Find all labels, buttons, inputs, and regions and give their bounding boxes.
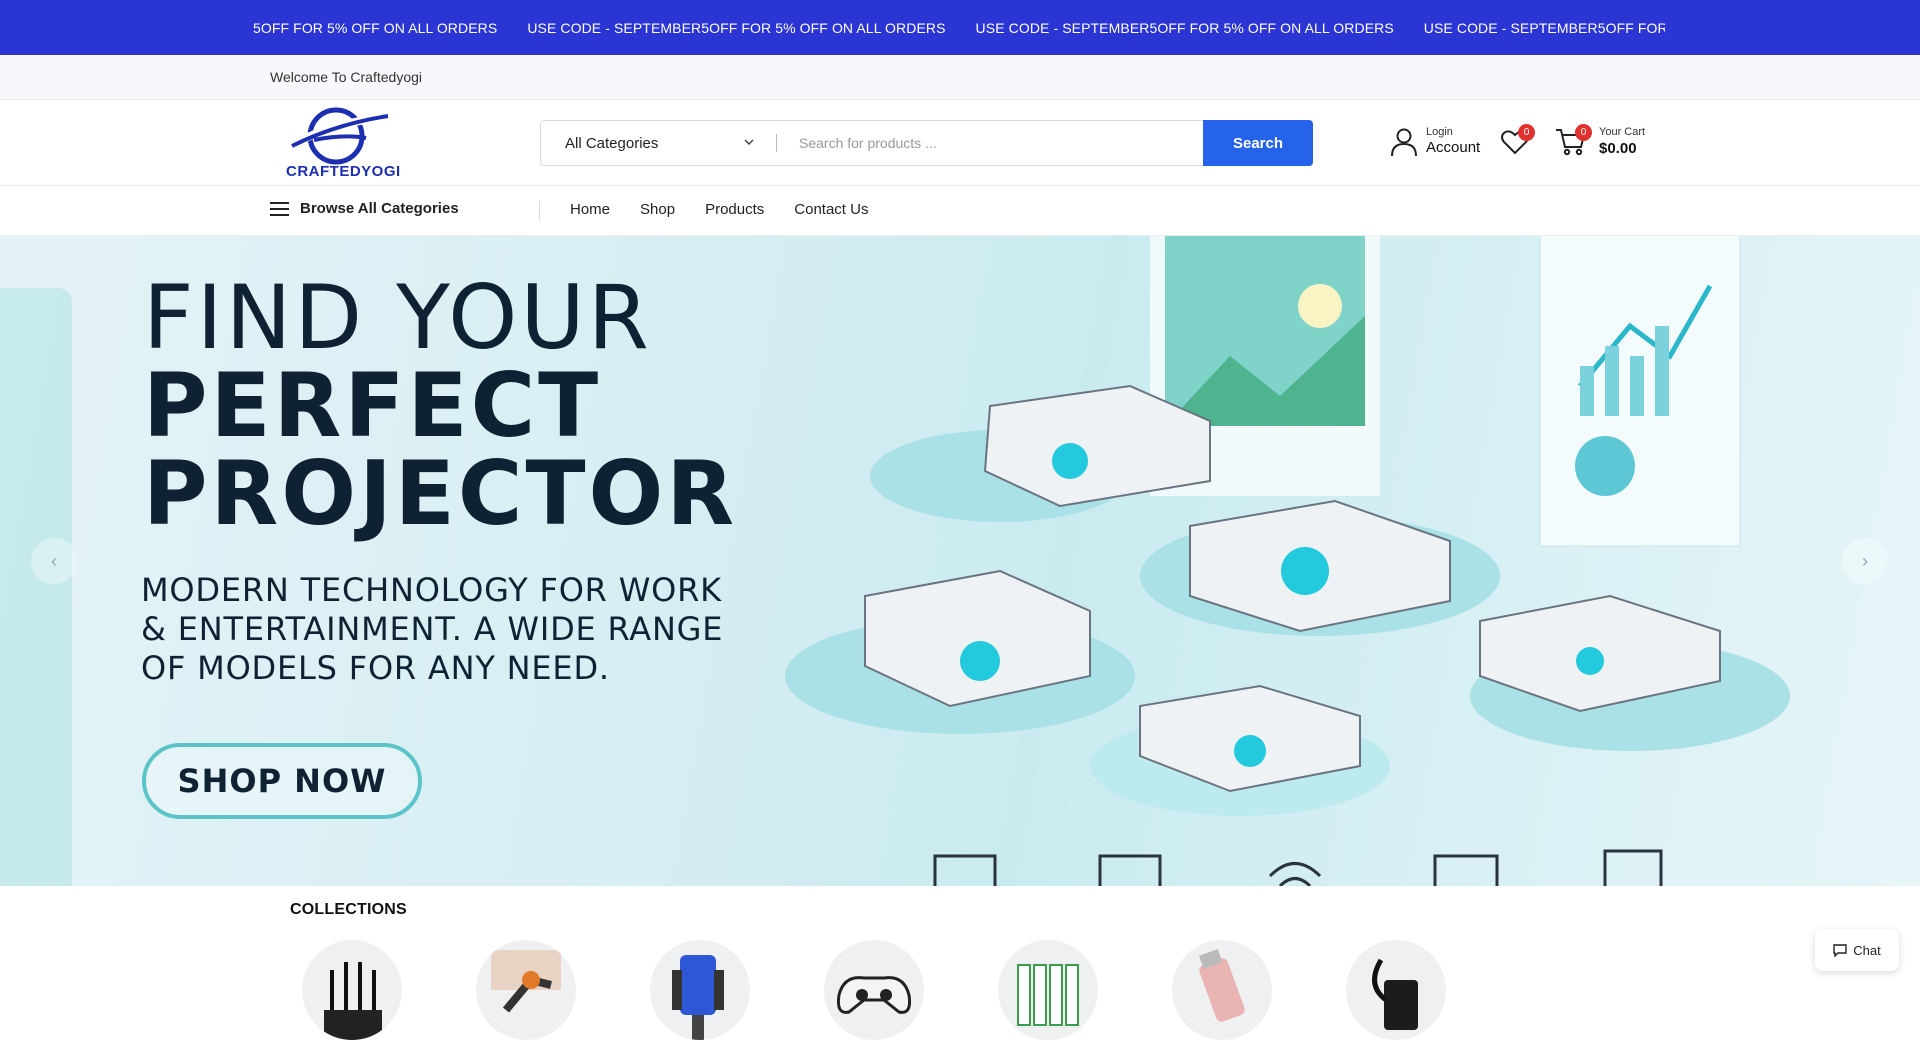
chat-button[interactable]: Chat	[1815, 929, 1899, 971]
cart-count-badge: 0	[1575, 124, 1592, 141]
chat-label: Chat	[1853, 942, 1881, 958]
user-icon	[1391, 128, 1417, 156]
collection-item-batteries[interactable]	[998, 940, 1098, 1040]
chat-bubble-icon	[1833, 944, 1847, 957]
nav-links: Home Shop Products Contact Us	[570, 201, 898, 218]
account-link[interactable]: Login Account	[1390, 126, 1480, 157]
nav-divider	[539, 201, 540, 221]
cart-icon-wrap: 0	[1555, 124, 1592, 158]
search-input[interactable]	[777, 121, 1203, 165]
search-bar: All Categories Search	[540, 120, 1313, 166]
announcement-track: 5OFF FOR 5% OFF ON ALL ORDERS USE CODE -…	[253, 0, 1665, 55]
browse-categories-button[interactable]: Browse All Categories	[270, 200, 459, 217]
collection-item-charger[interactable]	[1346, 940, 1446, 1040]
router-icon	[324, 962, 382, 1040]
main-nav: Browse All Categories Home Shop Products…	[0, 186, 1920, 236]
wishlist-button[interactable]: 0	[1500, 124, 1535, 158]
usb-drive-icon	[1198, 948, 1245, 1022]
account-login-label: Login	[1426, 126, 1453, 138]
collections-row	[302, 940, 1520, 1040]
slider-next-button[interactable]: ›	[1842, 538, 1888, 584]
site-header: CRAFTEDYOGI All Categories Search Login …	[0, 100, 1920, 186]
battery-icon	[1017, 964, 1079, 1026]
collection-item-monitor-arm[interactable]	[476, 940, 576, 1040]
cart-label: Your Cart	[1599, 126, 1646, 139]
nav-link-contact[interactable]: Contact Us	[794, 201, 868, 218]
hero-heading-line2: PERFECT	[143, 354, 602, 457]
nav-link-shop[interactable]: Shop	[640, 201, 675, 218]
collection-item-usb-drive[interactable]	[1172, 940, 1272, 1040]
category-select-value: All Categories	[565, 134, 659, 152]
hero-heading: FIND YOUR PERFECT PROJECTOR	[143, 274, 737, 538]
announcement-item: 5OFF FOR 5% OFF ON ALL ORDERS	[253, 19, 498, 36]
logo-text[interactable]: CRAFTEDYOGI	[286, 163, 401, 180]
hero-subtitle: MODERN TECHNOLOGY FOR WORK & ENTERTAINME…	[141, 571, 724, 688]
collection-item-router[interactable]	[302, 940, 402, 1040]
collections-title: COLLECTIONS	[290, 901, 407, 918]
projector-illustration	[785, 236, 1790, 886]
hero-heading-line1: FIND YOUR	[143, 266, 652, 369]
hero-decor-panel	[0, 288, 72, 886]
slider-prev-button[interactable]: ‹	[31, 538, 77, 584]
welcome-text: Welcome To Craftedyogi	[270, 69, 422, 85]
announcement-item: USE CODE - SEPTEMBER5OFF FOR 5% OFF ON A…	[527, 19, 946, 36]
nav-link-products[interactable]: Products	[705, 201, 764, 218]
hero-heading-line3: PROJECTOR	[143, 442, 738, 545]
chevron-down-icon	[744, 139, 754, 146]
search-button[interactable]: Search	[1203, 120, 1313, 166]
announcement-item: USE CODE - SEPTEMBER5OFF FOR 5% OFF ON A…	[975, 19, 1394, 36]
announcement-item: USE CODE - SEPTEMBER5OFF FOR 5% OFF ON A	[1423, 19, 1665, 36]
charger-icon	[1372, 958, 1418, 1030]
collection-item-phone-holder[interactable]	[650, 940, 750, 1040]
welcome-bar: Welcome To Craftedyogi	[0, 55, 1920, 100]
wishlist-count-badge: 0	[1518, 124, 1535, 141]
category-select[interactable]: All Categories	[541, 121, 776, 165]
cart-link[interactable]: 0 Your Cart $0.00	[1555, 124, 1646, 158]
account-label: Account	[1426, 139, 1481, 157]
phone-holder-icon	[672, 955, 724, 1040]
monitor-arm-icon	[491, 950, 561, 1013]
browse-categories-label: Browse All Categories	[300, 200, 459, 217]
cart-total: $0.00	[1599, 139, 1637, 157]
menu-icon	[270, 201, 289, 216]
hero-slider: FIND YOUR PERFECT PROJECTOR MODERN TECHN…	[0, 236, 1920, 886]
announcement-bar: 5OFF FOR 5% OFF ON ALL ORDERS USE CODE -…	[0, 0, 1920, 55]
game-controller-icon	[837, 976, 911, 1014]
nav-link-home[interactable]: Home	[570, 201, 610, 218]
shop-now-button[interactable]: SHOP NOW	[142, 743, 422, 819]
collection-item-game-controller[interactable]	[824, 940, 924, 1040]
